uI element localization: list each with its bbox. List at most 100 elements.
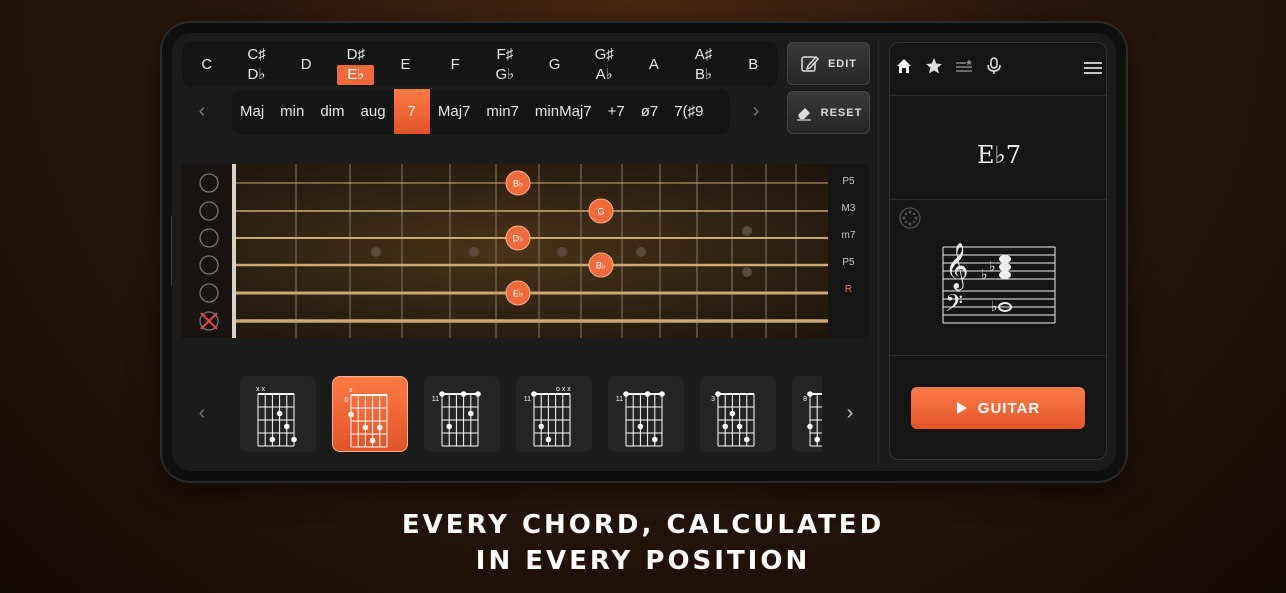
note-flat-label: B♭ <box>695 65 713 83</box>
fretboard[interactable]: B♭ G D♭ B♭ E♭ <box>182 164 828 338</box>
fret-inlay <box>742 267 752 277</box>
fret-note[interactable]: B♭ <box>505 170 531 196</box>
svg-text:o x x: o x x <box>556 386 571 393</box>
svg-text:𝄞: 𝄞 <box>945 243 969 291</box>
edit-button[interactable]: EDIT <box>787 42 870 85</box>
chord-diagram: 11 <box>432 391 481 447</box>
svg-text:11: 11 <box>616 396 623 403</box>
panel-divider-1 <box>890 95 1106 96</box>
fret-note[interactable]: E♭ <box>505 280 531 306</box>
svg-text:D♭: D♭ <box>513 234 524 244</box>
note-9[interactable]: A <box>629 42 679 87</box>
svg-text:x: x <box>349 387 353 394</box>
fret-inlay <box>557 247 567 257</box>
chord-name: E♭7 <box>976 141 1022 169</box>
quality-6[interactable]: min7 <box>478 89 527 134</box>
fret-note[interactable]: G <box>588 198 614 224</box>
note-10[interactable]: A♯ B♭ <box>679 42 729 87</box>
note-8[interactable]: G♯ A♭ <box>579 42 629 87</box>
note-7[interactable]: G <box>530 42 580 87</box>
reset-button[interactable]: RESET <box>787 91 870 134</box>
mic-icon[interactable] <box>985 57 1003 75</box>
fret-inlay <box>371 247 381 257</box>
quality-4[interactable]: 7 <box>393 89 430 134</box>
note-11[interactable]: B <box>728 42 778 87</box>
interval-label: m7 <box>841 230 856 241</box>
interval-label: R <box>844 284 853 295</box>
voicing-2[interactable]: 11 <box>424 376 500 452</box>
svg-text:11: 11 <box>432 396 439 403</box>
home-icon[interactable] <box>895 57 913 75</box>
note-flat-label: D♭ <box>247 65 266 83</box>
chevron-right-icon[interactable]: › <box>746 100 766 123</box>
fret-inlay <box>742 226 752 236</box>
chord-diagram: 6x <box>344 387 388 448</box>
note-label: G <box>548 55 561 73</box>
note-0[interactable]: C <box>182 42 232 87</box>
interval-column: P5 M3 m7 P5 R <box>828 164 869 338</box>
chord-diagram: 11 o x x <box>524 386 571 447</box>
note-label: D <box>300 55 312 73</box>
voicing-0[interactable]: x x <box>240 376 316 452</box>
quality-0[interactable]: Maj <box>232 89 272 134</box>
chevron-left-icon[interactable]: ‹ <box>192 100 212 123</box>
svg-text:3: 3 <box>711 396 715 403</box>
play-guitar-button[interactable]: GUITAR <box>911 387 1085 429</box>
note-4[interactable]: E <box>381 42 431 87</box>
voicing-5[interactable]: 3 <box>700 376 776 452</box>
quality-8[interactable]: +7 <box>600 89 633 134</box>
svg-text:11: 11 <box>524 396 531 403</box>
svg-text:G: G <box>597 207 604 217</box>
edit-label: EDIT <box>827 57 858 70</box>
fretboard-svg: B♭ G D♭ B♭ E♭ <box>182 164 828 338</box>
play-icon <box>956 402 967 414</box>
quality-9[interactable]: ø7 <box>633 89 667 134</box>
reset-label: RESET <box>820 106 863 119</box>
fret-inlay <box>469 247 479 257</box>
note-5[interactable]: F <box>430 42 480 87</box>
chevron-left-icon[interactable]: ‹ <box>192 402 212 425</box>
chevron-right-icon[interactable]: › <box>840 402 860 425</box>
music-staff: 𝄞 𝄢 ♭ ♭ ♭ <box>942 243 1056 324</box>
note-label: F♯ <box>496 45 514 63</box>
note-flat-label: A♭ <box>595 65 613 83</box>
svg-text:♭: ♭ <box>989 259 996 275</box>
svg-text:6: 6 <box>344 397 348 404</box>
note-label: F <box>450 55 460 73</box>
svg-text:♭: ♭ <box>981 267 988 283</box>
note-3[interactable]: D♯ E♭ <box>331 42 381 87</box>
svg-text:8: 8 <box>803 396 807 403</box>
note-label: B <box>748 55 759 73</box>
voicing-1[interactable]: 6x <box>332 376 408 452</box>
fret-note[interactable]: B♭ <box>588 252 614 278</box>
quality-1[interactable]: min <box>272 89 312 134</box>
svg-text:B♭: B♭ <box>596 261 606 271</box>
chord-diagram: 8 <box>803 391 822 447</box>
root-note-selector: C C♯ D♭ D D♯ E♭ E F F♯ G♭ G G♯ A♭ A A♯ B♭ B <box>182 42 778 87</box>
menu-icon[interactable] <box>1084 61 1102 75</box>
star-icon[interactable] <box>925 57 943 75</box>
quality-10[interactable]: 7(♯9 <box>666 89 711 134</box>
note-2[interactable]: D <box>281 42 331 87</box>
quality-2[interactable]: dim <box>312 89 352 134</box>
chord-diagram: x x <box>256 386 297 447</box>
note-label: E <box>400 55 411 73</box>
note-6[interactable]: F♯ G♭ <box>480 42 530 87</box>
settings-wheel-icon[interactable] <box>899 207 921 229</box>
play-label: GUITAR <box>977 399 1041 417</box>
quality-3[interactable]: aug <box>353 89 394 134</box>
note-label: A♯ <box>694 45 713 63</box>
quality-7[interactable]: minMaj7 <box>527 89 600 134</box>
voicing-6[interactable]: 8 <box>792 376 822 452</box>
voicing-4[interactable]: 11 <box>608 376 684 452</box>
list-icon[interactable] <box>955 57 973 75</box>
svg-text:♭: ♭ <box>991 299 998 315</box>
interval-label: P5 <box>842 176 855 187</box>
note-1[interactable]: C♯ D♭ <box>232 42 282 87</box>
quality-5[interactable]: Maj7 <box>430 89 479 134</box>
note-flat-label: G♭ <box>495 65 515 83</box>
caption-line-1: EVERY CHORD, CALCULATED <box>401 510 885 540</box>
svg-text:𝄢: 𝄢 <box>945 289 963 322</box>
fret-note[interactable]: D♭ <box>505 225 531 251</box>
voicing-3[interactable]: 11 o x x <box>516 376 592 452</box>
